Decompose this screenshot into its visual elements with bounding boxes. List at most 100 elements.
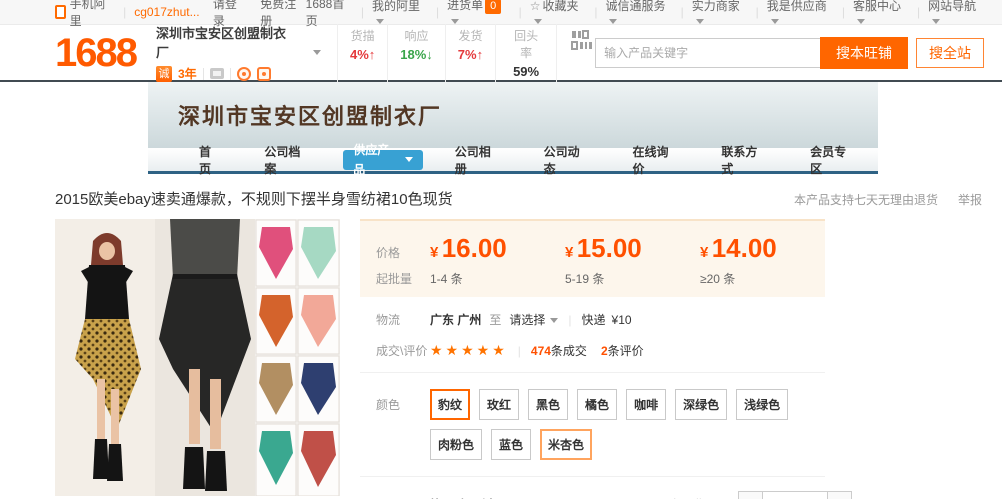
seller-name[interactable]: 深圳市宝安区创盟制衣厂 [156, 23, 299, 61]
seller-chevron-down-icon[interactable] [313, 50, 321, 55]
price-label: 价格 [360, 244, 430, 261]
chevron-down-icon [771, 19, 779, 24]
color-option-coffee[interactable]: 咖啡 [626, 389, 666, 420]
rating-label: 成交\评价 [360, 342, 430, 359]
quantity-plus-button[interactable]: + [827, 491, 852, 499]
color-row: 颜色 豹纹 玫红 黑色 橘色 咖啡 深绿色 浅绿色 肉粉色 蓝色 米杏色 [360, 389, 825, 477]
size-row: 尺码 均码 有里衬 16.00元 992条可售 − + [360, 491, 825, 499]
member-years: 3年 [178, 65, 197, 82]
shop-banner: 深圳市宝安区创盟制衣厂 [148, 82, 878, 148]
stat-shipping: 发货 7%↑ [445, 24, 495, 82]
page: 手机阿里 | cg017zhut... 请登录 免费注册 1688首页 | 我的… [0, 0, 1002, 499]
return-policy-note: 本产品支持七天无理由退货 [794, 191, 938, 208]
reviews-count[interactable]: 2 [601, 344, 608, 358]
shipping-fee: ¥10 [612, 313, 632, 327]
color-option-light-green[interactable]: 浅绿色 [736, 389, 788, 420]
nav-members[interactable]: 会员专区 [789, 143, 878, 177]
color-label: 颜色 [360, 389, 430, 413]
product-image[interactable] [55, 219, 340, 496]
printer-icon[interactable] [210, 68, 224, 79]
search-input[interactable] [595, 38, 820, 68]
mobile-ali-link[interactable]: 手机阿里 [70, 0, 115, 29]
color-option-beige[interactable]: 米杏色 [540, 429, 592, 460]
certificate-icon [257, 67, 271, 81]
nav-company-profile[interactable]: 公司档案 [243, 143, 332, 177]
chevron-down-icon [696, 19, 704, 24]
size-label: 尺码 [360, 496, 430, 499]
qr-code-icon[interactable] [556, 24, 595, 82]
quantity-stepper: − + [738, 491, 852, 499]
report-link[interactable]: 举报 [958, 191, 982, 208]
color-option-blue[interactable]: 蓝色 [491, 429, 531, 460]
color-option-orange[interactable]: 橘色 [577, 389, 617, 420]
nav-home[interactable]: 首页 [178, 143, 243, 177]
search-area: 搜本旺铺 搜全站 [595, 37, 984, 69]
product-title: 2015欧美ebay速卖通爆款，不规则下摆半身雪纺裙10色现货 [55, 188, 453, 209]
color-option-dark-green[interactable]: 深绿色 [675, 389, 727, 420]
moq-tier-3: ≥20 条 [700, 270, 835, 287]
nav-contact[interactable]: 联系方式 [700, 143, 789, 177]
nav-company-news[interactable]: 公司动态 [523, 143, 612, 177]
quantity-input[interactable] [763, 491, 827, 499]
sitemap-menu[interactable]: 网站导航 [928, 0, 984, 28]
site-header: 1688 深圳市宝安区创盟制衣厂 诚 3年 货描 4%↑ 响应 18%↓ [0, 25, 1002, 80]
star-rating: ★★★★★ [430, 342, 508, 359]
rating-row: 成交\评价 ★★★★★ | 474 条成交 2 条评价 [360, 342, 825, 373]
price-box: 价格 ¥ 16.00 ¥ 15.00 ¥ 14.00 起批量 [360, 219, 825, 297]
mobile-phone-icon [55, 5, 66, 19]
product-detail: 价格 ¥ 16.00 ¥ 15.00 ¥ 14.00 起批量 [360, 219, 825, 499]
size-stock: 992条可售 [650, 496, 738, 499]
shop-nav: 首页 公司档案 供应产品 公司相册 公司动态 在线询价 联系方式 会员专区 [148, 148, 878, 174]
to-label: 至 [489, 311, 501, 328]
services-menu[interactable]: 诚信通服务 [605, 0, 672, 28]
logistics-row: 物流 广东 广州 至 请选择 | 快递 ¥10 [360, 311, 825, 328]
ship-from: 广东 广州 [430, 311, 481, 328]
deals-count[interactable]: 474 [531, 344, 551, 358]
username-link[interactable]: cg017zhut... [134, 5, 199, 19]
medal-icon [237, 67, 251, 81]
seller-stats: 货描 4%↑ 响应 18%↓ 发货 7%↑ 回头率 59% [337, 24, 595, 82]
chevron-down-icon [932, 19, 940, 24]
color-option-pink[interactable]: 肉粉色 [430, 429, 482, 460]
product-main: 价格 ¥ 16.00 ¥ 15.00 ¥ 14.00 起批量 [55, 219, 947, 499]
seller-summary: 深圳市宝安区创盟制衣厂 诚 3年 [156, 23, 299, 82]
stat-repeat-rate: 回头率 59% [495, 24, 556, 82]
supplier-menu[interactable]: 我是供应商 [767, 0, 834, 28]
merchants-menu[interactable]: 实力商家 [692, 0, 748, 28]
nav-products[interactable]: 供应产品 [343, 150, 423, 170]
shop-banner-title: 深圳市宝安区创盟制衣厂 [178, 99, 442, 131]
stat-response: 响应 18%↓ [387, 24, 445, 82]
size-price: 16.00元 [560, 496, 650, 499]
chevron-down-icon [550, 318, 558, 323]
nav-inquiry[interactable]: 在线询价 [611, 143, 700, 177]
product-title-row: 2015欧美ebay速卖通爆款，不规则下摆半身雪纺裙10色现货 本产品支持七天无… [55, 188, 982, 209]
top-utility-bar: 手机阿里 | cg017zhut... 请登录 免费注册 1688首页 | 我的… [0, 0, 1002, 25]
size-name: 均码 有里衬 [430, 496, 560, 499]
moq-tier-2: 5-19 条 [565, 270, 700, 287]
moq-label: 起批量 [360, 270, 430, 287]
logistics-label: 物流 [360, 311, 430, 328]
color-option-leopard[interactable]: 豹纹 [430, 389, 470, 420]
quantity-minus-button[interactable]: − [738, 491, 763, 499]
support-menu[interactable]: 客服中心 [853, 0, 909, 28]
destination-select[interactable]: 请选择 [509, 311, 558, 328]
search-site-button[interactable]: 搜全站 [916, 38, 984, 68]
shipping-method: 快递 [582, 311, 606, 328]
chevron-down-icon [857, 19, 865, 24]
site-logo[interactable]: 1688 [55, 33, 136, 73]
color-option-black[interactable]: 黑色 [528, 389, 568, 420]
chevron-down-icon [405, 157, 413, 162]
price-tier-1: ¥ 16.00 [430, 233, 565, 264]
price-tier-3: ¥ 14.00 [700, 233, 835, 264]
nav-company-album[interactable]: 公司相册 [434, 143, 523, 177]
divider: | [123, 5, 126, 19]
search-shop-button[interactable]: 搜本旺铺 [820, 37, 908, 69]
color-option-rose[interactable]: 玫红 [479, 389, 519, 420]
chevron-down-icon [609, 19, 617, 24]
color-options: 豹纹 玫红 黑色 橘色 咖啡 深绿色 浅绿色 肉粉色 蓝色 米杏色 [430, 389, 822, 460]
moq-tier-1: 1-4 条 [430, 270, 565, 287]
star-icon: ☆ [530, 0, 541, 13]
price-tier-2: ¥ 15.00 [565, 233, 700, 264]
trust-badge-icon: 诚 [156, 66, 172, 82]
cart-count-badge: 0 [485, 0, 501, 14]
